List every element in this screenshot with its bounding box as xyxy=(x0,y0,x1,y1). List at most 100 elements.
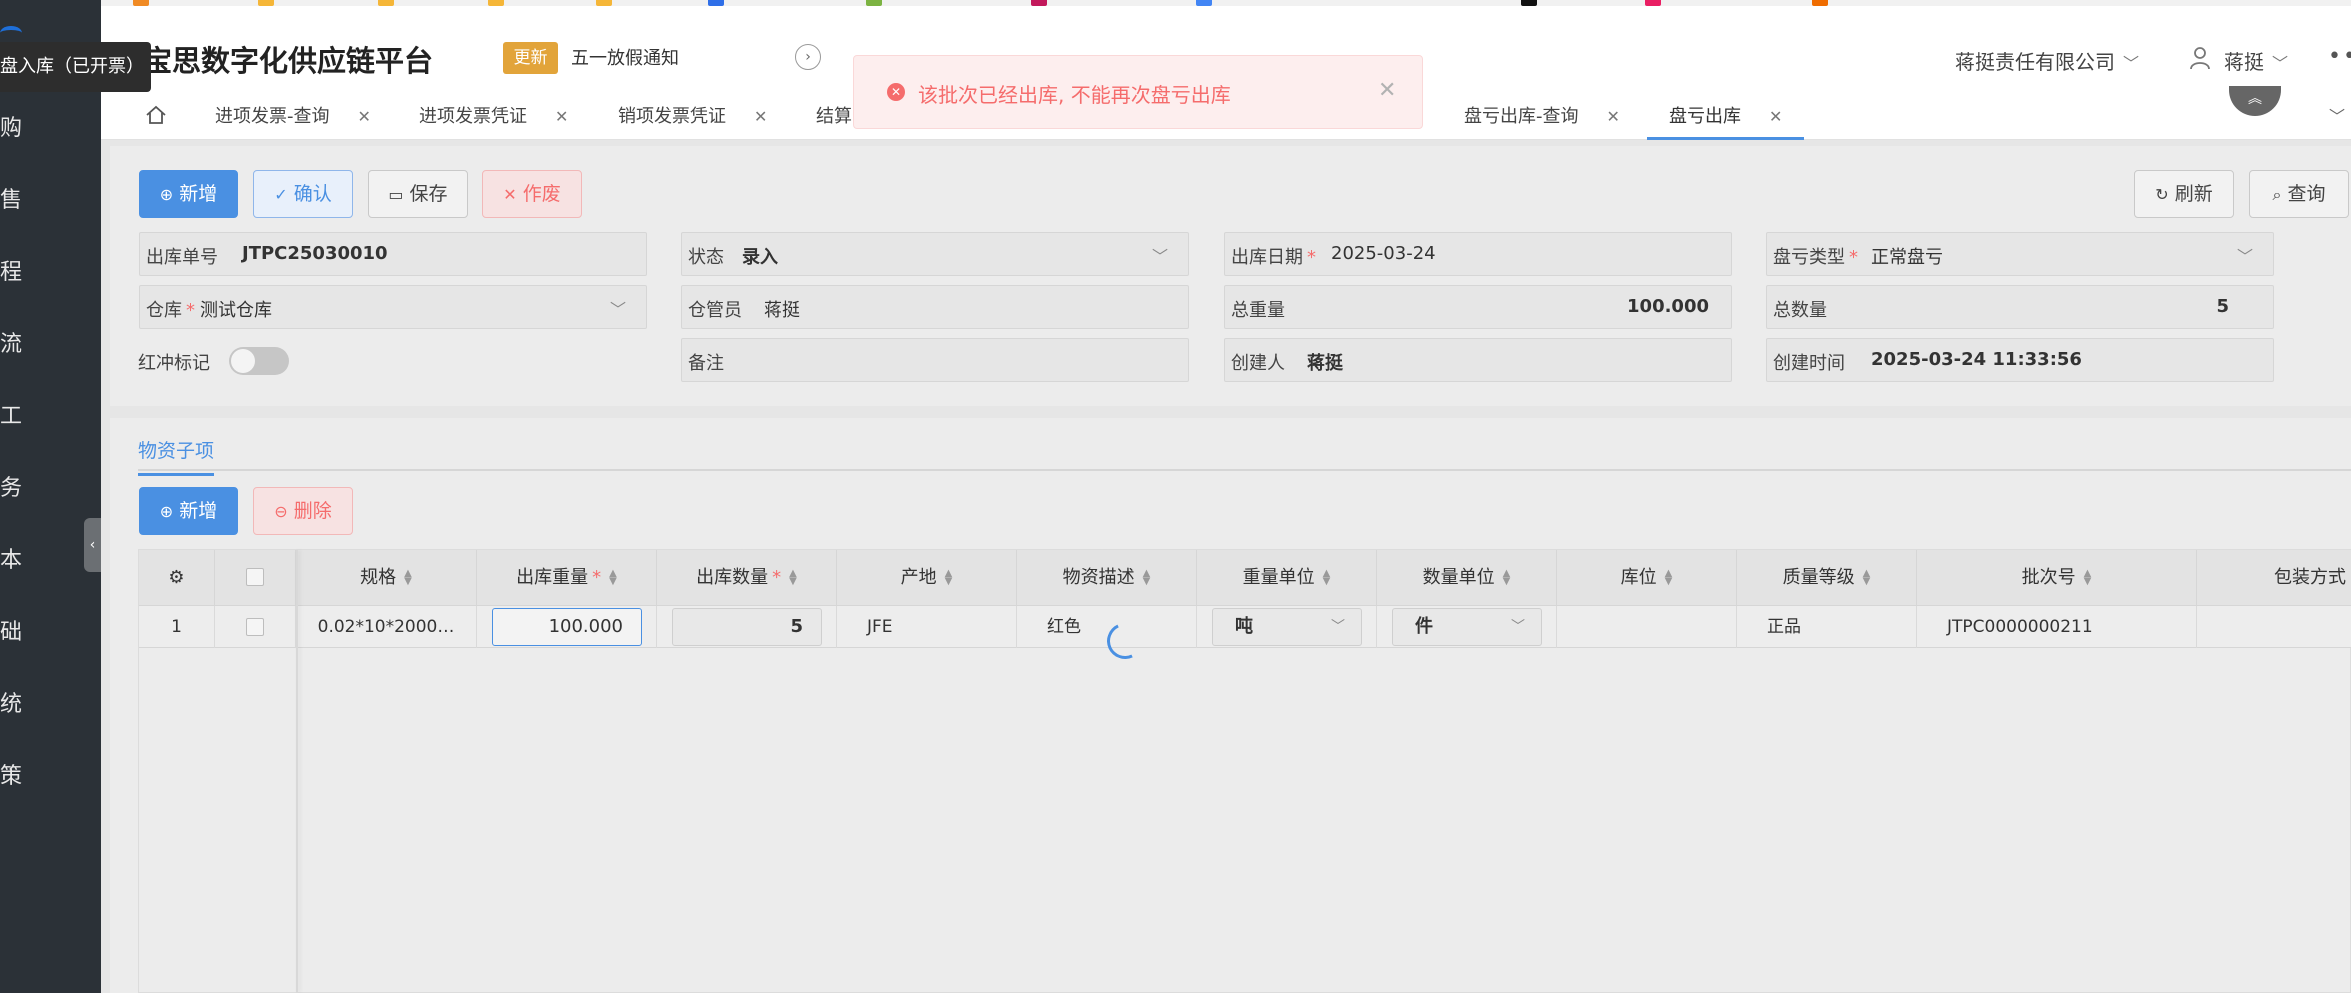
sidebar-item[interactable]: 本 xyxy=(0,541,101,581)
tab-purchase-invoice-query[interactable]: 进项发票-查询 ✕ xyxy=(215,94,371,140)
column-header-qty-unit[interactable]: 数量单位 ▲ ▼ xyxy=(1377,550,1557,606)
column-header-location[interactable]: 库位 ▲ ▼ xyxy=(1557,550,1737,606)
query-button[interactable]: ⌕ 查询 xyxy=(2249,170,2349,218)
sort-icon[interactable]: ▲ ▼ xyxy=(789,569,797,587)
sort-icon[interactable]: ▲ ▼ xyxy=(1665,569,1673,587)
keeper-field[interactable]: 仓管员 蒋挺 xyxy=(681,285,1189,329)
field-value: 录入 xyxy=(742,247,778,268)
column-header-batch[interactable]: 批次号 ▲ ▼ xyxy=(1917,550,2197,606)
sidebar-item[interactable]: 工 xyxy=(0,397,101,437)
close-icon[interactable]: ✕ xyxy=(1769,107,1782,126)
warehouse-select[interactable]: 仓库 * 测试仓库 ﹀ xyxy=(139,285,647,329)
date-field[interactable]: 出库日期 * 2025-03-24 xyxy=(1224,232,1732,276)
close-icon[interactable]: ✕ xyxy=(358,107,371,126)
items-panel: 物资子项 ⊕ 新增 ⊖ 删除 ⚙ 规格 ▲ ▼ 出库重量 * ▲ ▼ 出库数量 * ▲ ▼ 产地 ▲ ▼… xyxy=(110,418,2351,993)
doc-no-field[interactable]: 出库单号 JTPC25030010 xyxy=(139,232,647,276)
status-select[interactable]: 状态 录入 ﹀ xyxy=(681,232,1189,276)
sidebar-item[interactable]: 购 xyxy=(0,109,101,149)
column-header-desc[interactable]: 物资描述 ▲ ▼ xyxy=(1017,550,1197,606)
sort-icon[interactable]: ▲ ▼ xyxy=(2084,569,2092,587)
add-button[interactable]: ⊕ 新增 xyxy=(139,170,238,218)
sort-icon[interactable]: ▲ ▼ xyxy=(1863,569,1871,587)
field-label: 盘亏类型 * xyxy=(1773,243,1858,269)
sidebar-item[interactable]: 策 xyxy=(0,757,101,797)
tab-settlement[interactable]: 结算 xyxy=(816,94,852,140)
weight-unit-select[interactable]: 吨 ﹀ xyxy=(1212,608,1362,646)
error-icon: ✕ xyxy=(887,83,905,101)
column-header-quality[interactable]: 质量等级 ▲ ▼ xyxy=(1737,550,1917,606)
sidebar-item[interactable]: 务 xyxy=(0,469,101,509)
column-title: 物资描述 xyxy=(1062,567,1135,588)
more-icon[interactable]: ••• xyxy=(2328,44,2351,69)
sort-icon[interactable]: ▲ ▼ xyxy=(945,569,953,587)
close-icon[interactable]: ✕ xyxy=(555,107,568,126)
column-settings[interactable]: ⚙ xyxy=(139,550,215,606)
column-header-out-qty[interactable]: 出库数量 * ▲ ▼ xyxy=(657,550,837,606)
tab-purchase-invoice-voucher[interactable]: 进项发票凭证 ✕ xyxy=(419,94,568,140)
cell-packing[interactable] xyxy=(2197,606,2351,648)
confirm-button[interactable]: ✓ 确认 xyxy=(253,170,353,218)
user-name: 蒋挺 xyxy=(2224,50,2264,74)
void-button-label: 作废 xyxy=(522,183,561,205)
notice-text[interactable]: 五一放假通知 xyxy=(571,44,679,70)
company-switcher[interactable]: 蒋挺责任有限公司 ﹀ xyxy=(1955,46,2139,75)
close-icon[interactable]: ✕ xyxy=(1607,107,1620,126)
confirm-button-label: 确认 xyxy=(293,183,332,205)
sort-icon[interactable]: ▲ ▼ xyxy=(1143,569,1151,587)
delete-item-button[interactable]: ⊖ 删除 xyxy=(253,487,353,535)
sort-icon[interactable]: ▲ ▼ xyxy=(1503,569,1511,587)
void-button[interactable]: ✕ 作废 xyxy=(482,170,582,218)
sort-icon[interactable]: ▲ ▼ xyxy=(404,569,412,587)
out-qty-input[interactable]: 5 xyxy=(672,608,822,646)
sidebar-item[interactable]: 程 xyxy=(0,253,101,293)
column-header-packing[interactable]: 包装方式 xyxy=(2197,550,2351,606)
items-table: ⚙ 规格 ▲ ▼ 出库重量 * ▲ ▼ 出库数量 * ▲ ▼ 产地 ▲ ▼ 物资描述 ▲ ▼ 重量单位 ▲… xyxy=(138,549,2351,993)
out-weight-input[interactable]: 100.000 xyxy=(492,608,642,646)
error-toast: ✕ 该批次已经出库, 不能再次盘亏出库 ✕ xyxy=(853,55,1423,129)
select-all-checkbox[interactable] xyxy=(246,568,264,586)
red-flag-toggle[interactable] xyxy=(229,347,289,375)
tab-sales-invoice-voucher[interactable]: 销项发票凭证 ✕ xyxy=(618,94,767,140)
sidebar-item[interactable]: 统 xyxy=(0,685,101,725)
chevron-down-icon: ﹀ xyxy=(2272,54,2289,73)
required-mark: * xyxy=(1849,247,1858,268)
loss-type-select[interactable]: 盘亏类型 * 正常盘亏 ﹀ xyxy=(1766,232,2274,276)
column-header-weight-unit[interactable]: 重量单位 ▲ ▼ xyxy=(1197,550,1377,606)
cell-location[interactable] xyxy=(1557,606,1737,648)
column-header-origin[interactable]: 产地 ▲ ▼ xyxy=(837,550,1017,606)
remark-field[interactable]: 备注 xyxy=(681,338,1189,382)
chevron-down-icon[interactable]: ﹀ xyxy=(2323,94,2351,140)
brand-title: 宝思数字化供应链平台 xyxy=(143,44,434,78)
sidebar-item[interactable]: 础 xyxy=(0,613,101,653)
sidebar-item[interactable]: 售 xyxy=(0,181,101,221)
column-header-spec[interactable]: 规格 ▲ ▼ xyxy=(296,550,477,606)
user-menu[interactable]: 蒋挺 ﹀ xyxy=(2224,46,2288,75)
refresh-button[interactable]: ↻ 刷新 xyxy=(2134,170,2234,218)
field-label: 创建时间 xyxy=(1773,353,1845,374)
cell-quality[interactable]: 正品 xyxy=(1737,606,1917,648)
column-title: 包装方式 xyxy=(2274,567,2346,588)
tab-inventory-loss-query[interactable]: 盘亏出库-查询 ✕ xyxy=(1464,94,1620,140)
cell-batch[interactable]: JTPC0000000211 xyxy=(1917,606,2197,648)
sidebar-item[interactable]: 流 xyxy=(0,325,101,365)
required-mark: * xyxy=(186,300,195,321)
table-row[interactable]: 1 0.02*10*2000… 100.000 5 JFE 红色 吨 ﹀ 件 ﹀ 正… xyxy=(139,606,2351,648)
logo-icon xyxy=(0,26,22,40)
sort-icon[interactable]: ▲ ▼ xyxy=(609,569,617,587)
tab-inventory-loss[interactable]: 盘亏出库 ✕ xyxy=(1647,94,1805,140)
add-item-button[interactable]: ⊕ 新增 xyxy=(139,487,238,535)
gear-icon[interactable]: ⚙ xyxy=(168,567,184,588)
company-name: 蒋挺责任有限公司 xyxy=(1955,50,2115,74)
column-header-out-weight[interactable]: 出库重量 * ▲ ▼ xyxy=(477,550,657,606)
save-button[interactable]: ▭ 保存 xyxy=(368,170,468,218)
home-icon[interactable] xyxy=(145,104,167,126)
qty-unit-select[interactable]: 件 ﹀ xyxy=(1392,608,1542,646)
close-icon[interactable]: ✕ xyxy=(1378,78,1396,103)
close-icon[interactable]: ✕ xyxy=(754,107,767,126)
row-checkbox[interactable] xyxy=(246,618,264,636)
cell-spec[interactable]: 0.02*10*2000… xyxy=(296,606,477,648)
update-badge[interactable]: 更新 xyxy=(503,42,558,74)
sort-icon[interactable]: ▲ ▼ xyxy=(1323,569,1331,587)
cell-origin[interactable]: JFE xyxy=(837,606,1017,648)
chevron-right-icon[interactable]: › xyxy=(795,44,821,70)
